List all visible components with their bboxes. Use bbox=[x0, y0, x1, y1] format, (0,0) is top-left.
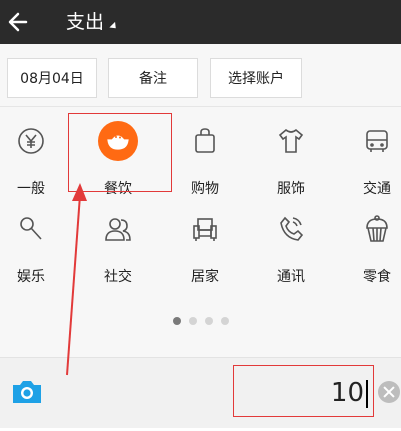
annotation-highlight-food bbox=[68, 113, 172, 192]
page-dot[interactable] bbox=[221, 317, 229, 325]
toolbar: 08月04日 备注 选择账户 bbox=[0, 58, 401, 102]
select-account-button[interactable]: 选择账户 bbox=[210, 58, 302, 98]
category-shopping[interactable]: 购物 bbox=[170, 126, 240, 208]
date-button[interactable]: 08月04日 bbox=[7, 58, 97, 98]
category-label: 通讯 bbox=[277, 269, 305, 285]
category-label: 零食 bbox=[363, 269, 391, 285]
bus-icon bbox=[362, 126, 392, 156]
category-general[interactable]: 一般 bbox=[0, 126, 66, 208]
sofa-icon bbox=[190, 214, 220, 244]
shopping-bag-icon bbox=[190, 126, 220, 156]
yen-coin-icon bbox=[16, 126, 46, 156]
microphone-icon bbox=[16, 214, 46, 244]
clear-icon[interactable] bbox=[378, 381, 400, 403]
page-title: 支出 bbox=[66, 11, 105, 33]
category-label: 一般 bbox=[17, 181, 45, 197]
people-icon bbox=[103, 214, 133, 244]
category-phone[interactable]: 通讯 bbox=[256, 214, 326, 296]
category-label: 购物 bbox=[191, 181, 219, 197]
category-transport[interactable]: 交通 bbox=[342, 126, 401, 208]
divider bbox=[0, 106, 401, 107]
category-label: 服饰 bbox=[277, 181, 305, 197]
category-clothes[interactable]: 服饰 bbox=[256, 126, 326, 208]
back-arrow-icon[interactable] bbox=[6, 8, 30, 36]
title-dropdown[interactable]: 支出 bbox=[66, 8, 119, 36]
category-snacks[interactable]: 零食 bbox=[342, 214, 401, 296]
annotation-highlight-amount bbox=[233, 365, 374, 417]
category-label: 居家 bbox=[191, 269, 219, 285]
category-label: 社交 bbox=[104, 269, 132, 285]
category-social[interactable]: 社交 bbox=[83, 214, 153, 296]
app-header: 支出 bbox=[0, 0, 401, 44]
note-button[interactable]: 备注 bbox=[108, 58, 198, 98]
page-dot[interactable] bbox=[205, 317, 213, 325]
category-label: 娱乐 bbox=[17, 269, 45, 285]
page-indicator bbox=[173, 317, 229, 325]
category-entertainment[interactable]: 娱乐 bbox=[0, 214, 66, 296]
phone-icon bbox=[276, 214, 306, 244]
shirt-icon bbox=[276, 126, 306, 156]
category-label: 交通 bbox=[363, 181, 391, 197]
dropdown-caret-icon bbox=[109, 21, 119, 31]
page-dot[interactable] bbox=[173, 317, 181, 325]
category-home[interactable]: 居家 bbox=[170, 214, 240, 296]
page-dot[interactable] bbox=[189, 317, 197, 325]
cupcake-icon bbox=[362, 214, 392, 244]
camera-icon[interactable] bbox=[10, 378, 44, 406]
